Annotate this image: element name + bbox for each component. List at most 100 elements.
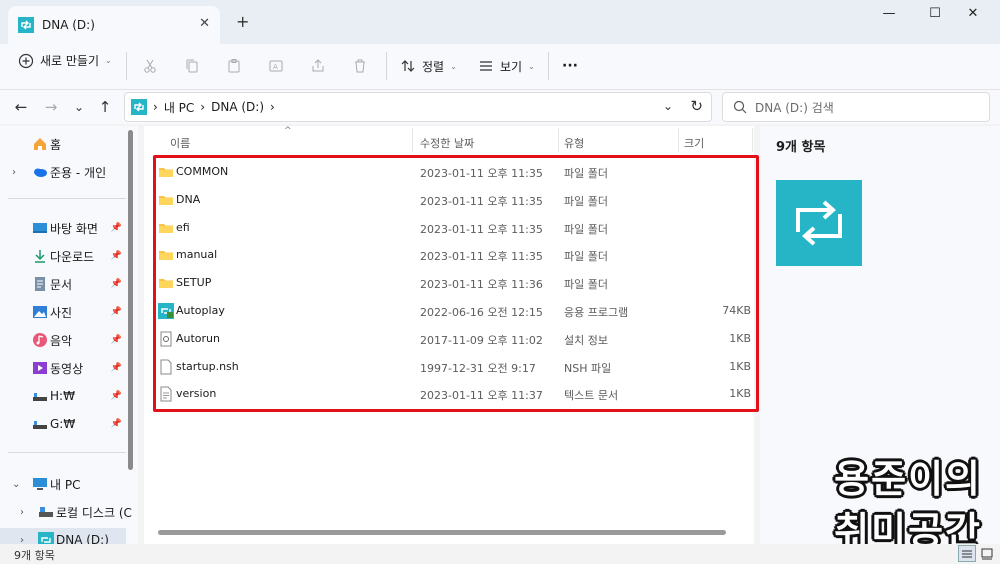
- view-label: 보기: [500, 59, 523, 74]
- tab-close-icon[interactable]: ✕: [199, 16, 210, 31]
- video-icon: [32, 360, 48, 376]
- pin-icon[interactable]: 📌: [111, 279, 122, 289]
- tab-title: DNA (D:): [42, 18, 95, 32]
- sidebar-item-local-disk-c[interactable]: › 로컬 디스크 (C: [0, 500, 132, 524]
- sort-icon: [400, 58, 416, 74]
- pc-icon: [32, 476, 48, 492]
- tab-dna-drive[interactable]: DNA (D:) ✕: [8, 6, 220, 44]
- delete-icon[interactable]: [348, 54, 372, 78]
- dna-drive-large-icon: [776, 180, 862, 266]
- column-header-name[interactable]: 이름: [170, 132, 190, 154]
- details-view-icon[interactable]: [958, 545, 976, 562]
- chevron-down-icon: ⌄: [528, 61, 535, 71]
- sidebar-item-g-drive[interactable]: G:₩ 📌: [0, 412, 126, 436]
- copy-icon[interactable]: [180, 54, 204, 78]
- new-button[interactable]: 새로 만들기 ⌄: [18, 52, 112, 69]
- refresh-icon[interactable]: ↻: [690, 97, 703, 115]
- pin-icon[interactable]: 📌: [111, 335, 122, 345]
- sidebar-item-home[interactable]: 홈: [0, 132, 126, 156]
- back-arrow-icon[interactable]: ←: [10, 96, 32, 118]
- forward-arrow-icon[interactable]: →: [40, 96, 62, 118]
- up-arrow-icon[interactable]: ↑: [94, 96, 116, 118]
- expand-chevron-icon[interactable]: ›: [20, 535, 24, 545]
- minimize-button[interactable]: —: [866, 6, 912, 22]
- pin-icon[interactable]: 📌: [111, 391, 122, 401]
- onedrive-icon: [32, 164, 48, 180]
- view-button[interactable]: 보기 ⌄: [478, 54, 535, 78]
- pin-icon[interactable]: 📌: [111, 251, 122, 261]
- sidebar-item-downloads[interactable]: 다운로드 📌: [0, 244, 126, 268]
- history-chevron-icon[interactable]: ⌄: [68, 96, 90, 118]
- column-divider[interactable]: [752, 128, 753, 152]
- new-tab-button[interactable]: +: [236, 12, 249, 31]
- sort-label: 정렬: [422, 59, 445, 74]
- drive-icon: [32, 388, 48, 404]
- search-input[interactable]: DNA (D:) 검색: [722, 92, 990, 122]
- more-options-button[interactable]: ···: [562, 54, 578, 78]
- expand-chevron-icon[interactable]: ›: [20, 507, 24, 518]
- watermark-line-1: 용준이의: [834, 457, 982, 501]
- dna-drive-icon: [38, 532, 54, 544]
- breadcrumb-separator-icon: ›: [153, 100, 158, 114]
- paste-icon[interactable]: [222, 54, 246, 78]
- sidebar-item-music[interactable]: 음악 📌: [0, 328, 126, 352]
- music-icon: [32, 332, 48, 348]
- toolbar-divider: [548, 52, 549, 80]
- document-icon: [32, 276, 48, 292]
- home-icon: [32, 136, 48, 152]
- navigation-pane: 홈 › 준용 - 개인 바탕 화면 📌 다운로드 📌 문서 📌 사진 📌 음악 …: [0, 126, 138, 544]
- expand-chevron-icon[interactable]: ›: [12, 167, 16, 178]
- pin-icon[interactable]: 📌: [111, 363, 122, 373]
- sidebar-item-desktop[interactable]: 바탕 화면 📌: [0, 216, 126, 240]
- status-item-count: 9개 항목: [14, 549, 55, 562]
- horizontal-scrollbar[interactable]: [158, 530, 726, 535]
- breadcrumb-separator-icon: ›: [270, 100, 275, 114]
- column-header-type[interactable]: 유형: [564, 132, 584, 154]
- sidebar-scrollbar[interactable]: [128, 130, 133, 470]
- svg-text:A: A: [273, 63, 278, 71]
- toolbar-divider: [386, 52, 387, 80]
- disk-icon: [38, 504, 54, 520]
- pictures-icon: [32, 304, 48, 320]
- sort-button[interactable]: 정렬 ⌄: [400, 54, 457, 78]
- plus-circle-icon: [18, 53, 34, 69]
- desktop-icon: [32, 220, 48, 236]
- rename-icon[interactable]: A: [264, 54, 288, 78]
- sidebar-divider: [8, 198, 126, 199]
- address-row: ← → ⌄ ↑ › 내 PC › DNA (D:) › ⌄ ↻ DNA (D:)…: [0, 90, 1000, 124]
- column-divider[interactable]: [558, 128, 559, 152]
- column-divider[interactable]: [412, 128, 413, 152]
- dna-drive-icon: [18, 17, 34, 33]
- sidebar-item-videos[interactable]: 동영상 📌: [0, 356, 126, 380]
- toolbar-divider: [126, 52, 127, 80]
- address-dropdown-icon[interactable]: ⌄: [663, 99, 673, 113]
- tiles-view-icon[interactable]: [978, 545, 996, 562]
- sidebar-item-onedrive[interactable]: › 준용 - 개인: [0, 160, 126, 184]
- column-header-size[interactable]: 크기: [684, 132, 704, 154]
- breadcrumb-dna-drive[interactable]: DNA (D:): [211, 100, 264, 114]
- chevron-down-icon: ⌄: [450, 61, 457, 71]
- command-bar: 새로 만들기 ⌄ A 정렬 ⌄ 보기 ⌄ ···: [0, 44, 1000, 90]
- collapse-chevron-icon[interactable]: ⌄: [12, 479, 20, 490]
- pin-icon[interactable]: 📌: [111, 223, 122, 233]
- sort-ascending-icon: ^: [284, 126, 292, 136]
- address-bar[interactable]: › 내 PC › DNA (D:) › ⌄ ↻: [124, 92, 712, 122]
- chevron-down-icon: ⌄: [105, 56, 112, 65]
- breadcrumb-separator-icon: ›: [200, 100, 206, 114]
- view-list-icon: [478, 58, 494, 74]
- sidebar-item-documents[interactable]: 문서 📌: [0, 272, 126, 296]
- cut-icon[interactable]: [138, 54, 162, 78]
- share-icon[interactable]: [306, 54, 330, 78]
- sidebar-item-pictures[interactable]: 사진 📌: [0, 300, 126, 324]
- sidebar-item-my-pc[interactable]: ⌄ 내 PC: [0, 472, 126, 496]
- column-divider[interactable]: [678, 128, 679, 152]
- sidebar-item-h-drive[interactable]: H:₩ 📌: [0, 384, 126, 408]
- highlight-box: [153, 155, 759, 412]
- breadcrumb-my-pc[interactable]: 내 PC: [164, 99, 194, 116]
- close-window-button[interactable]: ✕: [950, 6, 996, 22]
- column-header-date[interactable]: 수정한 날짜: [420, 132, 474, 154]
- pin-icon[interactable]: 📌: [111, 307, 122, 317]
- pin-icon[interactable]: 📌: [111, 419, 122, 429]
- search-placeholder: DNA (D:) 검색: [755, 100, 834, 115]
- sidebar-item-dna-drive[interactable]: › DNA (D:): [0, 528, 126, 544]
